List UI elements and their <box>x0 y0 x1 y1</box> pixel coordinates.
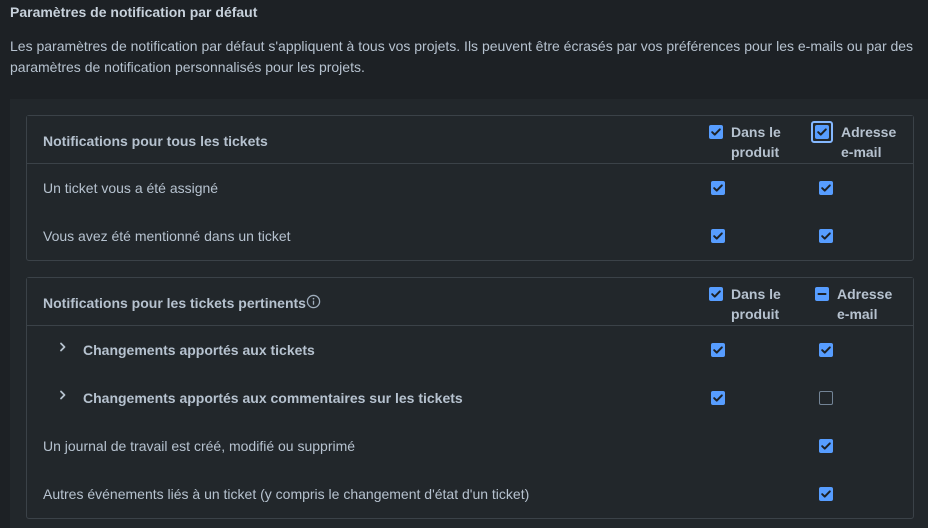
column-header-product: Dans le produit <box>709 284 799 324</box>
product-checkbox[interactable] <box>711 229 725 243</box>
check-icon <box>713 346 723 354</box>
check-icon <box>713 394 723 402</box>
email-checkbox[interactable] <box>819 487 833 501</box>
product-checkbox[interactable] <box>711 391 725 405</box>
column-header-email: Adresse e-mail <box>815 284 915 324</box>
column-label-product: Dans le produit <box>731 286 781 322</box>
notification-row-expandable[interactable]: Changements apportés aux commentaires su… <box>27 374 913 422</box>
header-email-checkbox[interactable] <box>815 125 829 139</box>
product-checkbox[interactable] <box>711 343 725 357</box>
column-label-email: Adresse e-mail <box>837 286 893 322</box>
section-title: Paramètres de notification par défaut <box>10 4 258 20</box>
column-label-product: Dans le produit <box>731 124 781 160</box>
check-icon <box>817 128 827 136</box>
check-icon <box>711 128 721 136</box>
email-checkbox[interactable] <box>819 439 833 453</box>
card-header: Notifications pour tous les tickets Dans… <box>27 116 913 164</box>
check-icon <box>821 184 831 192</box>
row-label: Changements apportés aux tickets <box>83 342 315 358</box>
check-icon <box>821 232 831 240</box>
notification-row-expandable[interactable]: Changements apportés aux tickets <box>27 326 913 374</box>
check-icon <box>821 442 831 450</box>
row-label: Changements apportés aux commentaires su… <box>83 390 463 406</box>
chevron-right-icon[interactable] <box>57 340 69 354</box>
chevron-right-icon[interactable] <box>57 388 69 402</box>
check-icon <box>821 490 831 498</box>
check-icon <box>711 290 721 298</box>
column-header-product: Dans le produit <box>709 122 799 162</box>
column-header-email: Adresse e-mail <box>811 121 915 162</box>
email-checkbox[interactable] <box>819 181 833 195</box>
header-product-checkbox[interactable] <box>709 125 723 139</box>
notification-row: Vous avez été mentionné dans un ticket <box>27 212 913 260</box>
header-email-checkbox[interactable] <box>815 287 829 301</box>
focus-ring <box>811 121 833 143</box>
minus-icon <box>817 293 827 295</box>
card-all-tickets: Notifications pour tous les tickets Dans… <box>26 115 914 261</box>
row-label: Un ticket vous a été assigné <box>43 180 219 196</box>
card-title: Notifications pour les tickets pertinent… <box>43 295 306 311</box>
card-header: Notifications pour les tickets pertinent… <box>27 278 913 326</box>
column-label-email: Adresse e-mail <box>841 124 897 160</box>
check-icon <box>713 184 723 192</box>
email-checkbox[interactable] <box>819 229 833 243</box>
check-icon <box>821 346 831 354</box>
card-relevant-tickets: Notifications pour les tickets pertinent… <box>26 277 914 519</box>
row-label: Autres événements liés à un ticket (y co… <box>43 486 530 502</box>
row-label: Un journal de travail est créé, modifié … <box>43 438 356 454</box>
notification-row: Un ticket vous a été assigné <box>27 164 913 212</box>
row-label: Vous avez été mentionné dans un ticket <box>43 228 291 244</box>
card-title: Notifications pour tous les tickets <box>43 133 268 149</box>
notification-row: Un journal de travail est créé, modifié … <box>27 422 913 470</box>
email-checkbox[interactable] <box>819 391 833 405</box>
email-checkbox[interactable] <box>819 343 833 357</box>
header-product-checkbox[interactable] <box>709 287 723 301</box>
check-icon <box>713 232 723 240</box>
product-checkbox[interactable] <box>711 181 725 195</box>
notification-row: Autres événements liés à un ticket (y co… <box>27 470 913 518</box>
section-description: Les paramètres de notification par défau… <box>10 38 914 75</box>
info-icon[interactable] <box>306 294 321 309</box>
